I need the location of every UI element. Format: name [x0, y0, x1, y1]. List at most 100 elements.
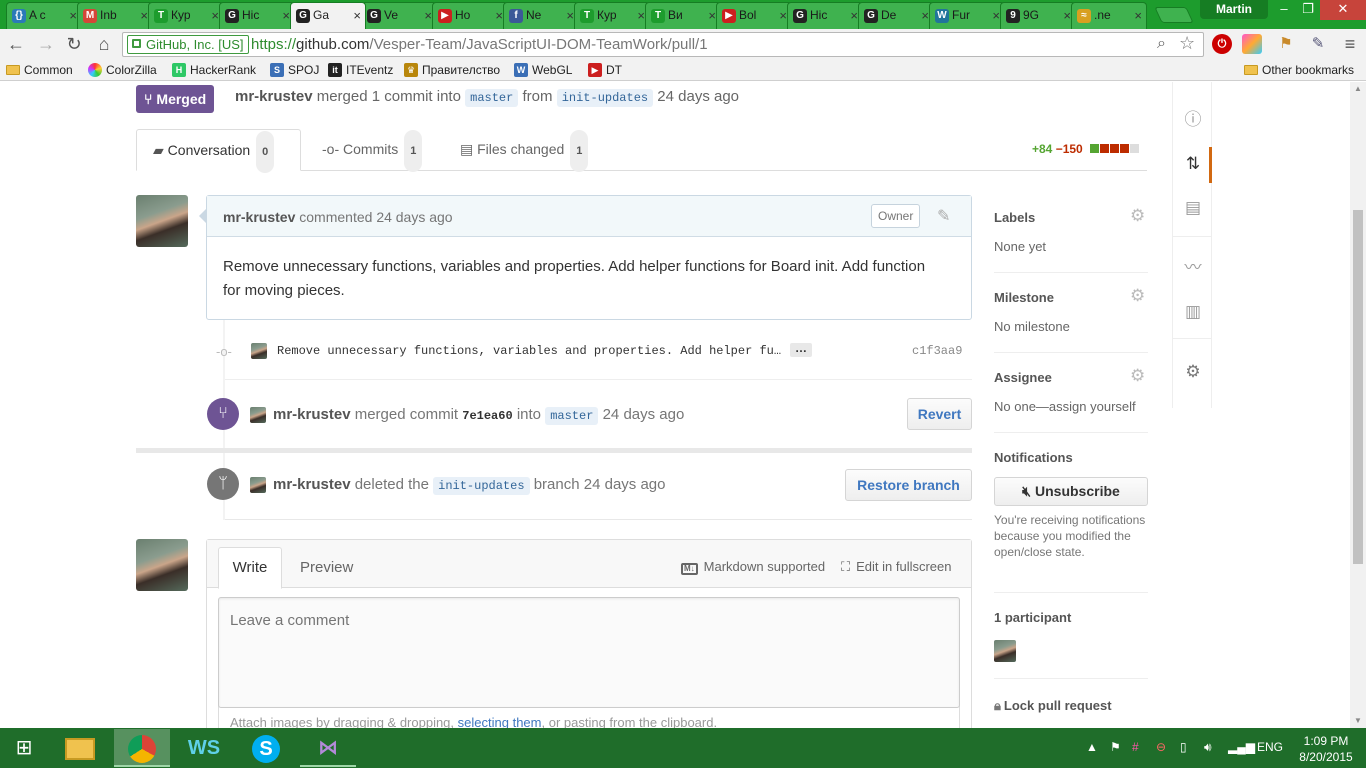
close-tab-icon[interactable]: ×: [708, 3, 716, 28]
lock-pr-link[interactable]: 🔒︎ Lock pull request: [994, 698, 1112, 714]
settings-gear-icon[interactable]: ⚙: [1176, 355, 1210, 389]
assign-yourself-link[interactable]: No one—assign yourself: [994, 399, 1136, 414]
graphs-icon[interactable]: ▥: [1176, 295, 1210, 329]
write-tab[interactable]: Write: [218, 547, 282, 589]
select-files-link[interactable]: selecting them: [458, 715, 542, 728]
close-tab-icon[interactable]: ×: [353, 3, 361, 28]
avatar[interactable]: [250, 407, 266, 423]
network-icon[interactable]: ▂▄▆: [1228, 740, 1255, 754]
new-tab-button[interactable]: [1154, 7, 1194, 23]
chrome-menu-icon[interactable]: ≡: [1340, 34, 1360, 54]
tray-app-icon[interactable]: #: [1132, 740, 1139, 754]
webstorm-icon[interactable]: WS: [176, 729, 232, 767]
windows-start-icon[interactable]: ⊞: [0, 729, 48, 767]
other-bookmarks[interactable]: Other bookmarks: [1244, 62, 1354, 78]
file-explorer-icon[interactable]: [52, 729, 108, 767]
bookmark-item[interactable]: ▶ DT: [588, 62, 622, 78]
milestone-gear-icon[interactable]: ⚙: [1130, 286, 1145, 306]
home-icon[interactable]: ⌂: [92, 32, 116, 56]
forward-icon[interactable]: →: [34, 32, 58, 56]
avatar[interactable]: [251, 343, 267, 359]
browser-tab[interactable]: 9 9G ×: [1000, 2, 1076, 29]
browser-tab[interactable]: T Ви ×: [645, 2, 721, 29]
head-branch-label[interactable]: init-updates: [556, 89, 654, 107]
restore-branch-button[interactable]: Restore branch: [845, 469, 972, 501]
bookmark-item[interactable]: ColorZilla: [88, 62, 157, 78]
chrome-icon[interactable]: [114, 729, 170, 767]
bookmark-item[interactable]: Common: [6, 62, 73, 78]
close-tab-icon[interactable]: ×: [921, 3, 929, 28]
minimize-icon[interactable]: –: [1272, 0, 1296, 20]
scroll-up-icon[interactable]: ▲: [1354, 84, 1362, 93]
avatar[interactable]: [136, 539, 188, 591]
close-tab-icon[interactable]: ×: [69, 3, 77, 28]
assignee-heading[interactable]: Assignee: [994, 370, 1052, 385]
close-window-icon[interactable]: ✕: [1320, 0, 1366, 20]
bookmark-item[interactable]: W WebGL: [514, 62, 572, 78]
close-tab-icon[interactable]: ×: [282, 3, 290, 28]
browser-tab[interactable]: G Ve ×: [361, 2, 437, 29]
back-icon[interactable]: ←: [4, 32, 28, 56]
fullscreen-link[interactable]: ⛶ Edit in fullscreen: [841, 559, 952, 575]
browser-tab[interactable]: G Hic ×: [787, 2, 863, 29]
tab-conversation[interactable]: ▰ Conversation 0: [136, 129, 301, 173]
url-text[interactable]: https://github.com/Vesper-Team/JavaScrip…: [251, 36, 708, 53]
browser-tab[interactable]: f Ne ×: [503, 2, 579, 29]
tray-flag-icon[interactable]: ⚑: [1110, 740, 1121, 754]
tray-expand-icon[interactable]: ▲: [1086, 740, 1098, 754]
close-tab-icon[interactable]: ×: [211, 3, 219, 28]
close-tab-icon[interactable]: ×: [779, 3, 787, 28]
browser-tab[interactable]: G Ga ×: [290, 2, 366, 29]
reload-icon[interactable]: ↻: [62, 32, 86, 56]
milestone-heading[interactable]: Milestone: [994, 290, 1054, 305]
ublock-icon[interactable]: ⏻: [1212, 34, 1232, 54]
bookmark-extension-icon[interactable]: ⚑: [1276, 34, 1296, 54]
labels-heading[interactable]: Labels: [994, 210, 1035, 225]
browser-tab[interactable]: W Fur ×: [929, 2, 1005, 29]
browser-tab[interactable]: {} A c ×: [6, 2, 82, 29]
close-tab-icon[interactable]: ×: [992, 3, 1000, 28]
close-tab-icon[interactable]: ×: [424, 3, 432, 28]
zoom-search-icon[interactable]: ⌕: [1157, 35, 1166, 53]
close-tab-icon[interactable]: ×: [1134, 3, 1142, 28]
close-tab-icon[interactable]: ×: [1063, 3, 1071, 28]
bookmark-item[interactable]: it ITEventz: [328, 62, 393, 78]
markdown-supported-link[interactable]: M↓ Markdown supported: [681, 559, 825, 575]
tray-security-icon[interactable]: ⊖: [1156, 740, 1166, 754]
colorzilla-extension-icon[interactable]: [1242, 34, 1262, 54]
language-indicator[interactable]: ENG: [1257, 740, 1283, 754]
unsubscribe-button[interactable]: 🔇︎ Unsubscribe: [994, 477, 1148, 506]
close-tab-icon[interactable]: ×: [566, 3, 574, 28]
browser-tab[interactable]: G Hic ×: [219, 2, 295, 29]
wiki-icon[interactable]: ▤: [1176, 191, 1210, 225]
ev-certificate-badge[interactable]: GitHub, Inc. [US]: [127, 35, 249, 54]
issues-icon[interactable]: ⓘ: [1176, 103, 1210, 137]
close-tab-icon[interactable]: ×: [140, 3, 148, 28]
scrollbar-thumb[interactable]: [1353, 210, 1363, 564]
address-bar[interactable]: GitHub, Inc. [US] https://github.com/Ves…: [122, 32, 1204, 57]
close-tab-icon[interactable]: ×: [495, 3, 503, 28]
revert-button[interactable]: Revert: [907, 398, 972, 430]
commit-sha-link[interactable]: c1f3aa9: [912, 344, 962, 358]
profile-button[interactable]: Martin: [1200, 0, 1268, 19]
browser-tab[interactable]: G De ×: [858, 2, 934, 29]
base-branch-label[interactable]: master: [465, 89, 519, 107]
skype-icon[interactable]: S: [238, 729, 294, 767]
merge-commit-sha-link[interactable]: 7e1ea60: [462, 409, 512, 423]
vertical-scrollbar[interactable]: ▲ ▼: [1350, 82, 1366, 728]
browser-tab[interactable]: T Кур ×: [148, 2, 224, 29]
participant-avatar[interactable]: [994, 640, 1016, 662]
bookmark-item[interactable]: ♛ Правителство: [404, 62, 500, 78]
browser-tab[interactable]: ≈ .ne ×: [1071, 2, 1147, 29]
merge-age-link[interactable]: 24 days ago: [603, 406, 685, 423]
pr-author-link[interactable]: mr-krustev: [235, 88, 313, 105]
delete-age-link[interactable]: 24 days ago: [584, 476, 666, 493]
avatar[interactable]: [250, 477, 266, 493]
tab-commits[interactable]: -o- Commits 1: [322, 129, 423, 172]
avatar[interactable]: [136, 195, 188, 247]
browser-tab[interactable]: ▶ Bol ×: [716, 2, 792, 29]
browser-tab[interactable]: M Inb ×: [77, 2, 153, 29]
expand-commit-message-button[interactable]: …: [790, 342, 812, 357]
bookmark-item[interactable]: S SPOJ: [270, 62, 319, 78]
merge-branch-label[interactable]: master: [545, 407, 599, 425]
